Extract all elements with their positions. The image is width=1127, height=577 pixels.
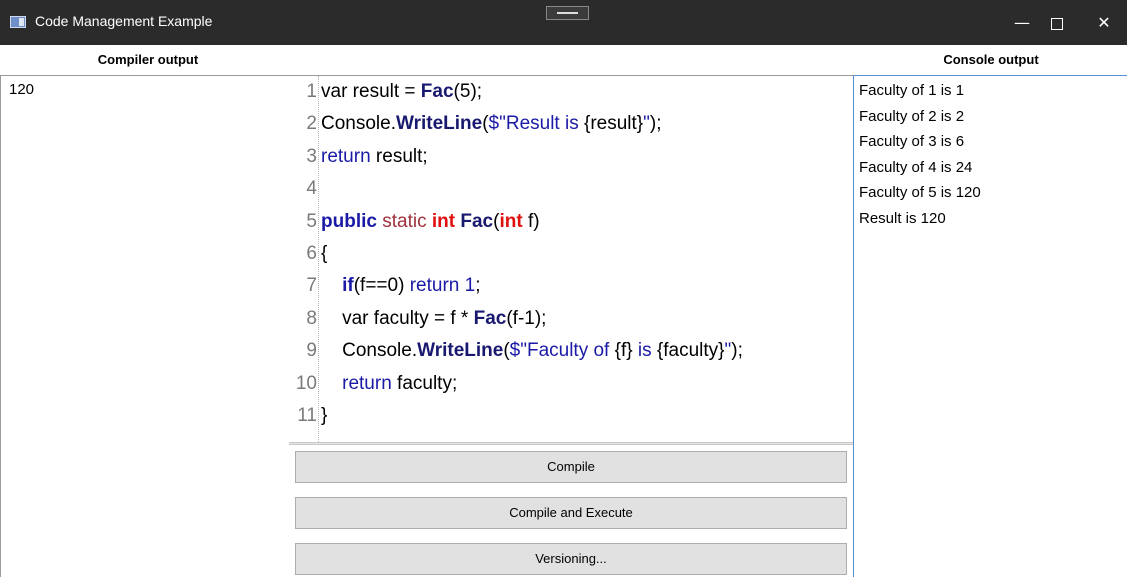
code-token: $"Faculty of bbox=[509, 340, 615, 362]
code-token: (5); bbox=[453, 81, 483, 102]
code-token: " bbox=[643, 113, 650, 135]
line-number: 3 bbox=[306, 145, 317, 167]
code-text: return result; bbox=[321, 146, 428, 168]
code-token: return 1 bbox=[409, 275, 476, 297]
line-number: 5 bbox=[306, 210, 317, 232]
code-token: is bbox=[632, 340, 657, 362]
code-token: ; bbox=[475, 275, 481, 297]
code-token: ); bbox=[649, 113, 662, 135]
code-token: faculty; bbox=[391, 372, 458, 394]
code-token: return bbox=[342, 372, 392, 394]
code-text: public static int Fac(int f) bbox=[321, 211, 540, 233]
code-text: Console.WriteLine($"Result is {result}")… bbox=[321, 113, 662, 135]
code-text: Console.WriteLine($"Faculty of {f} is {f… bbox=[321, 340, 743, 362]
code-token: (f==0) bbox=[353, 275, 410, 297]
code-text: var result = Fac(5); bbox=[321, 81, 482, 103]
code-token: static bbox=[382, 210, 427, 232]
app-icon bbox=[10, 16, 26, 28]
code-token: Console. bbox=[321, 113, 396, 135]
line-number: 7 bbox=[306, 275, 317, 297]
code-token: result; bbox=[370, 145, 428, 167]
code-text: return faculty; bbox=[321, 373, 457, 395]
console-line: Faculty of 3 is 6 bbox=[859, 133, 965, 150]
code-token: return bbox=[321, 145, 371, 167]
compile-and-execute-button[interactable]: Compile and Execute bbox=[295, 497, 847, 529]
code-token: ); bbox=[731, 340, 743, 362]
compiler-output-header: Compiler output bbox=[97, 52, 199, 67]
line-number: 10 bbox=[295, 372, 317, 394]
code-token: public bbox=[321, 210, 377, 232]
code-token: int bbox=[499, 210, 523, 232]
line-number: 1 bbox=[306, 81, 317, 102]
code-token: WriteLine bbox=[396, 113, 483, 135]
code-token: if bbox=[342, 275, 354, 297]
code-token: Fac bbox=[473, 307, 507, 329]
line-number: 9 bbox=[306, 340, 317, 362]
code-token: (f-1); bbox=[506, 307, 547, 329]
code-token: WriteLine bbox=[417, 340, 504, 362]
code-token: Console. bbox=[321, 340, 418, 362]
code-token: int bbox=[431, 210, 456, 232]
code-text: } bbox=[321, 405, 327, 427]
drag-handle-icon[interactable] bbox=[546, 6, 589, 20]
compile-button[interactable]: Compile bbox=[295, 451, 847, 483]
code-token: {result} bbox=[584, 113, 644, 135]
window-title: Code Management Example bbox=[35, 13, 213, 29]
line-number: 8 bbox=[306, 307, 317, 329]
maximize-icon bbox=[1051, 17, 1063, 30]
compiler-output-text: 120 bbox=[9, 81, 35, 98]
code-token: {f} bbox=[614, 340, 633, 362]
code-token: $"Result is bbox=[488, 113, 584, 135]
code-token: Fac bbox=[460, 210, 494, 232]
code-text: { bbox=[321, 243, 327, 265]
code-token: { bbox=[321, 243, 328, 264]
line-number: 4 bbox=[306, 178, 317, 200]
console-line: Faculty of 1 is 1 bbox=[859, 82, 965, 99]
line-number-gutter-divider bbox=[318, 76, 319, 442]
title-bar: Code Management Example — ✕ bbox=[0, 0, 1127, 45]
code-token: } bbox=[321, 405, 328, 426]
line-number: 2 bbox=[306, 113, 317, 135]
console-line: Faculty of 5 is 120 bbox=[859, 184, 981, 201]
close-button[interactable]: ✕ bbox=[1081, 0, 1127, 45]
console-line: Result is 120 bbox=[859, 209, 946, 227]
console-output-header: Console output bbox=[943, 52, 1039, 67]
maximize-button[interactable] bbox=[1034, 0, 1080, 45]
code-token: var faculty = f * bbox=[321, 307, 474, 329]
code-text: var faculty = f * Fac(f-1); bbox=[321, 308, 546, 330]
line-number: 11 bbox=[297, 405, 317, 426]
versioning-button[interactable]: Versioning... bbox=[295, 543, 847, 575]
code-editor[interactable]: 1 var result = Fac(5); 2 Console.WriteLine(… bbox=[289, 75, 853, 442]
code-token: var result = bbox=[321, 81, 421, 102]
code-token: f) bbox=[522, 210, 540, 232]
code-token: {faculty} bbox=[656, 340, 725, 362]
console-line: Faculty of 2 is 2 bbox=[859, 107, 965, 125]
action-buttons-area: Compile Compile and Execute Versioning..… bbox=[289, 445, 853, 577]
code-token: Fac bbox=[420, 81, 454, 102]
console-line: Faculty of 4 is 24 bbox=[859, 158, 973, 176]
console-output-panel[interactable]: Faculty of 1 is 1 Faculty of 2 is 2 Facult… bbox=[853, 75, 1127, 577]
line-number: 6 bbox=[306, 243, 317, 264]
compiler-output-panel[interactable]: 120 bbox=[0, 75, 289, 577]
code-text: if(f==0) return 1; bbox=[321, 275, 480, 297]
